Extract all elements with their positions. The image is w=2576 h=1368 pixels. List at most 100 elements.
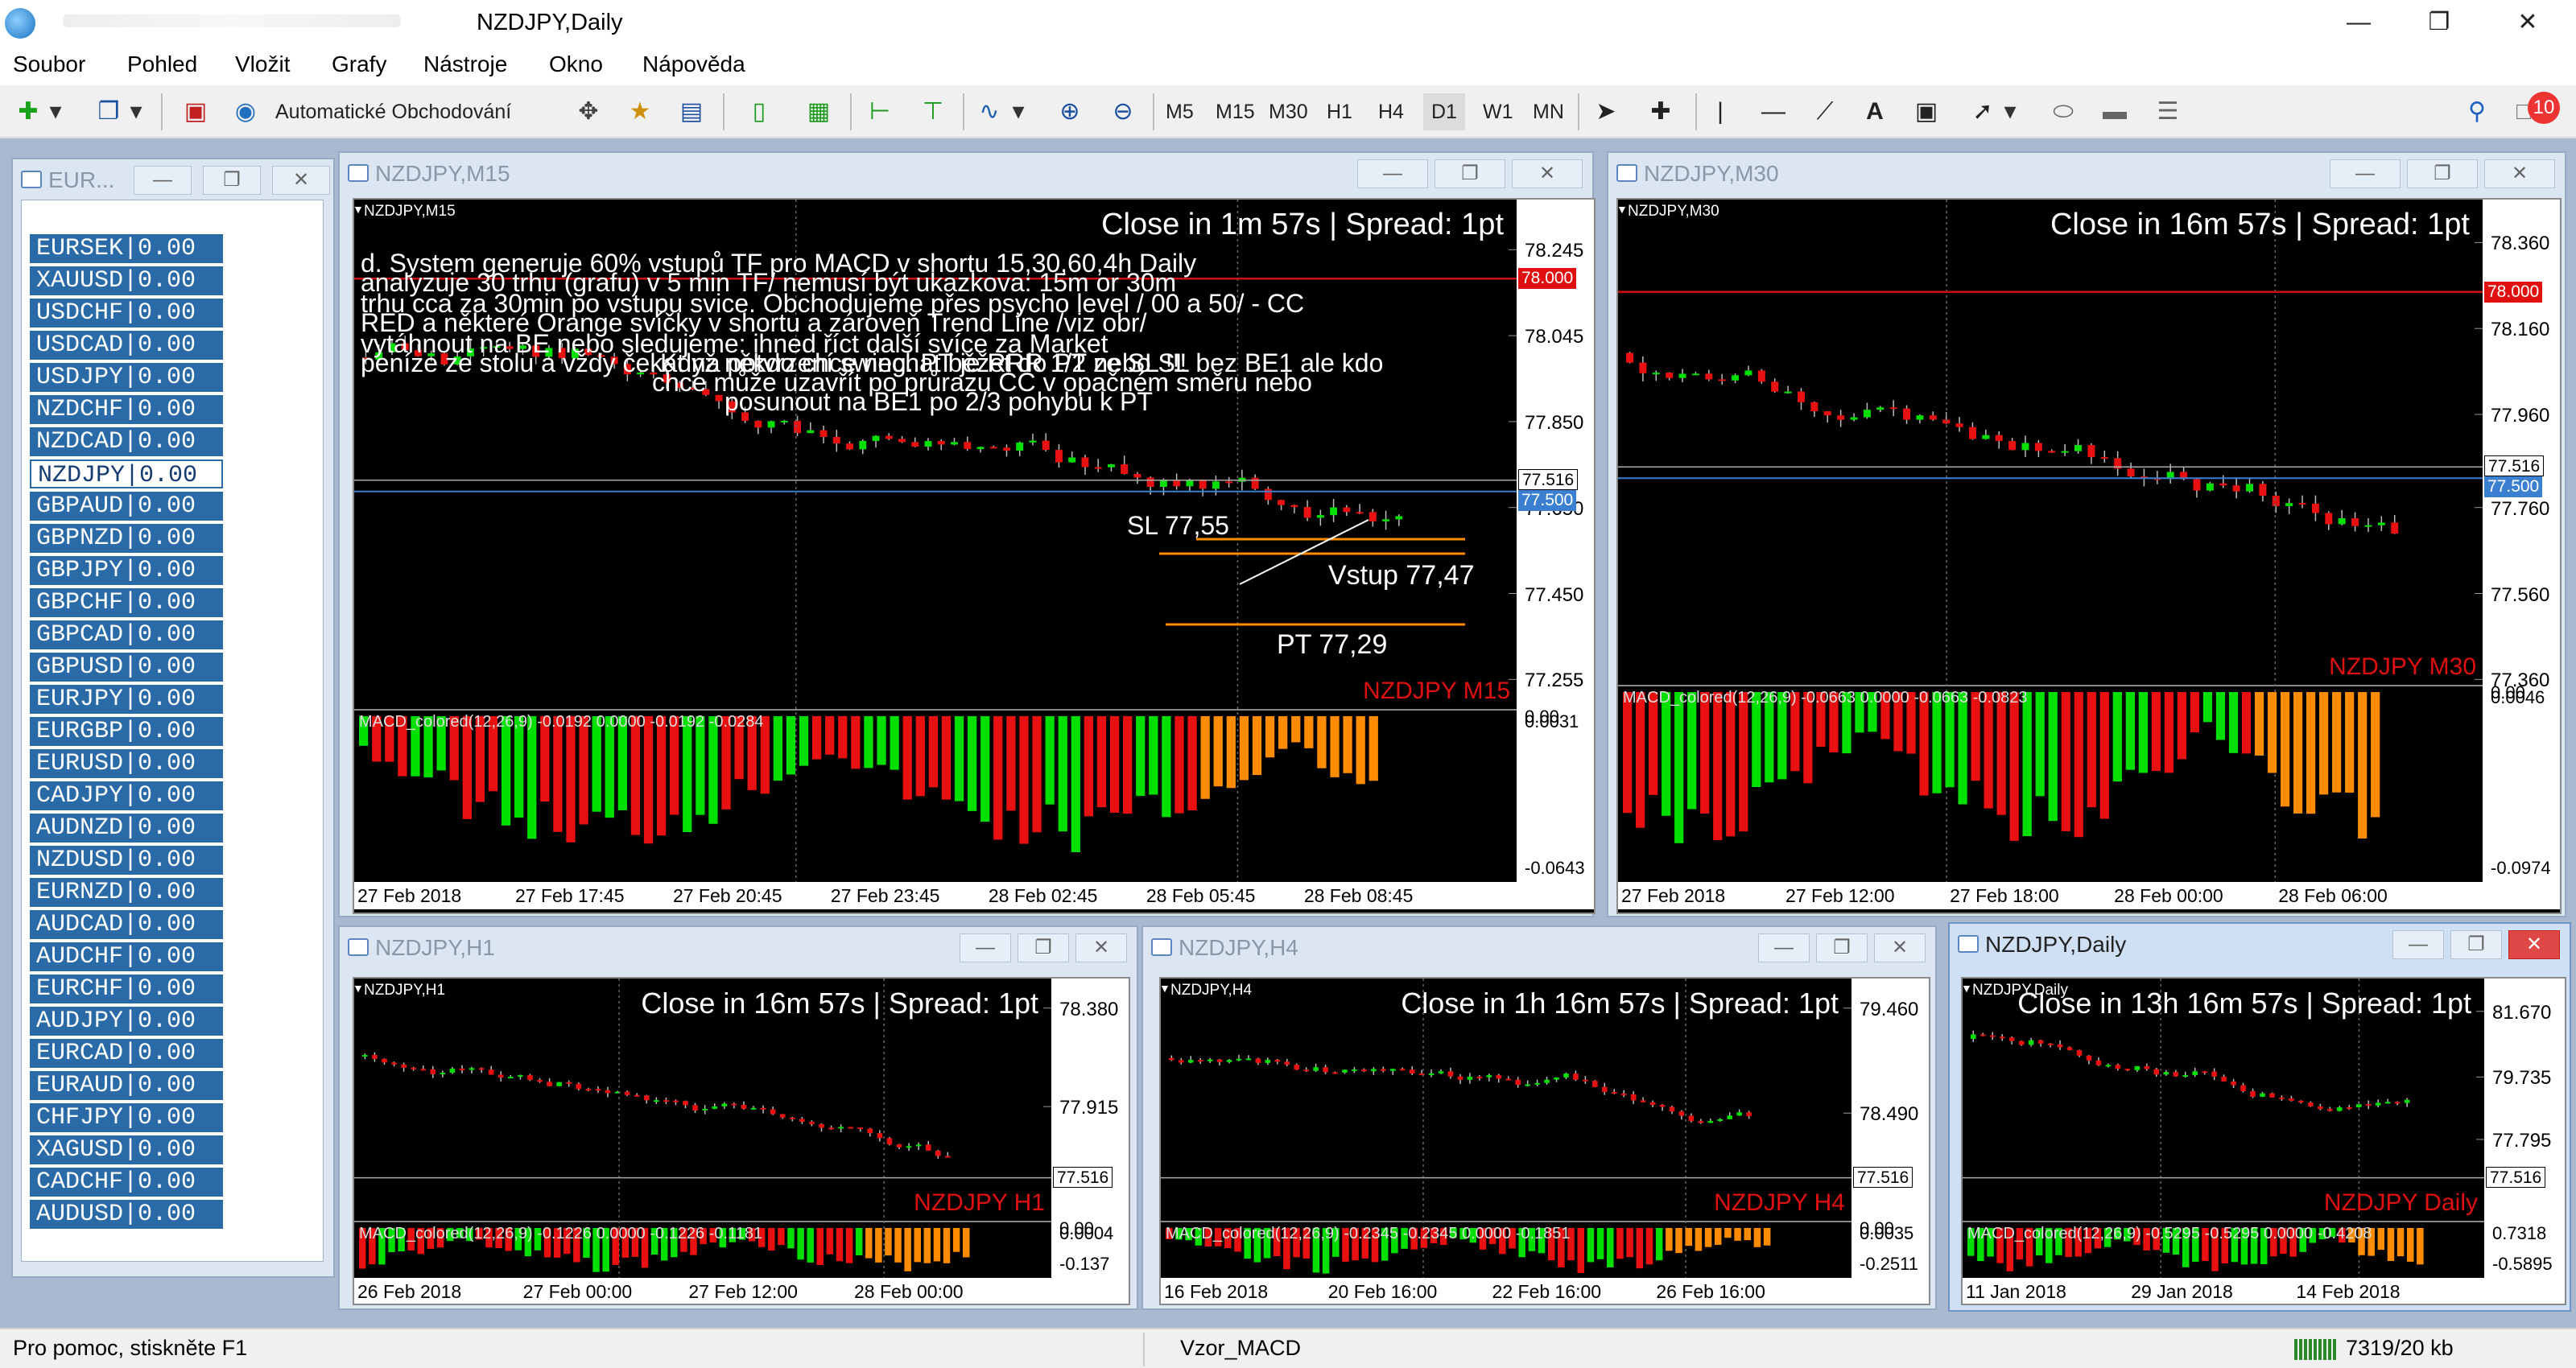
auto-trading-button[interactable]: Automatické Obchodování (275, 93, 511, 130)
menu-tools[interactable]: Nástroje (423, 52, 507, 77)
timeframe-mn[interactable]: MN (1533, 93, 1564, 130)
timeframe-m15[interactable]: M15 (1216, 93, 1255, 130)
dropdown-arrow-icon[interactable]: ▾ (2001, 93, 2019, 130)
trendline-icon[interactable]: ⟋ (1806, 93, 1843, 130)
market-watch-icon[interactable]: ▣ (177, 93, 214, 130)
dropdown-arrow-icon[interactable]: ▾ (127, 93, 145, 130)
market-watch-row[interactable]: AUDJPY|0.00 (30, 1007, 223, 1036)
chart-menu-icon[interactable]: ▼ (1161, 982, 1170, 995)
horizontal-line-icon[interactable]: — (1755, 93, 1792, 130)
market-watch-row[interactable]: CHFJPY|0.00 (30, 1103, 223, 1132)
chart-menu-icon[interactable]: ▼ (1618, 203, 1628, 216)
chart-shift-icon[interactable]: ⊢ (861, 93, 898, 130)
search-icon[interactable]: ⚲ (2458, 93, 2496, 130)
timeframe-d1[interactable]: D1 (1423, 93, 1465, 130)
zoom-in-icon[interactable]: ⊕ (1051, 93, 1088, 130)
timeframe-m5[interactable]: M5 (1166, 93, 1194, 130)
market-watch-row[interactable]: EURSEK|0.00 (30, 234, 223, 263)
market-watch-row[interactable]: EURJPY|0.00 (30, 685, 223, 714)
minimize-icon[interactable]: — (134, 166, 192, 195)
restore-icon[interactable]: ❐ (1018, 933, 1069, 962)
chart-menu-icon[interactable]: ▼ (354, 203, 364, 216)
close-icon[interactable]: ✕ (2504, 5, 2552, 40)
fibonacci-icon[interactable]: ☰ (2149, 93, 2186, 130)
restore-icon[interactable]: ❐ (2450, 930, 2502, 959)
market-watch-row[interactable]: NZDCHF|0.00 (30, 395, 223, 424)
text-icon[interactable]: A (1856, 93, 1893, 130)
market-watch-row[interactable]: EURCHF|0.00 (30, 974, 223, 1003)
text-label-icon[interactable]: ▣ (1908, 93, 1945, 130)
cursor-icon[interactable]: ➤ (1587, 93, 1624, 130)
navigator-icon[interactable]: ▤ (673, 93, 710, 130)
auto-trading-icon[interactable]: ◉ (227, 93, 264, 130)
chart-canvas[interactable]: 79.460 78.490 0.0035 0.00 -0.2511 77.516 Close… (1159, 977, 1930, 1305)
notification-badge[interactable]: 10 (2528, 92, 2560, 124)
market-watch-row[interactable]: GBPAUD|0.00 (30, 492, 223, 521)
restore-icon[interactable]: ❐ (2415, 5, 2463, 40)
ellipse-icon[interactable]: ⬭ (2045, 93, 2082, 130)
market-watch-row[interactable]: USDCAD|0.00 (30, 331, 223, 360)
zoom-out-icon[interactable]: ⊖ (1104, 93, 1141, 130)
market-watch-row[interactable]: NZDJPY|0.00 (30, 459, 223, 489)
restore-icon[interactable]: ❐ (1816, 933, 1868, 962)
close-icon[interactable]: ✕ (1512, 159, 1583, 188)
market-watch-row[interactable]: AUDCAD|0.00 (30, 910, 223, 939)
chart-canvas[interactable]: 78.380 77.915 0.0004 0.00 -0.137 77.516 Close … (353, 977, 1130, 1305)
menu-insert[interactable]: Vložit (235, 52, 290, 77)
market-watch-row[interactable]: EURNZD|0.00 (30, 878, 223, 907)
market-watch-row[interactable]: EURUSD|0.00 (30, 749, 223, 778)
chart-canvas[interactable]: 78.360 78.160 77.960 77.760 77.560 77.360 0.00… (1616, 198, 2562, 914)
bar-chart-icon[interactable]: ▯ (741, 93, 778, 130)
market-watch-row[interactable]: GBPCAD|0.00 (30, 620, 223, 649)
market-watch-row[interactable]: EURAUD|0.00 (30, 1071, 223, 1100)
chart-canvas[interactable]: 81.670 79.735 77.795 0.7318 -0.5895 77.516 Clo… (1961, 977, 2566, 1305)
minimize-icon[interactable]: — (2334, 5, 2383, 40)
menu-file[interactable]: Soubor (13, 52, 85, 77)
market-watch-row[interactable]: CADCHF|0.00 (30, 1168, 223, 1197)
market-watch-row[interactable]: GBPUSD|0.00 (30, 653, 223, 682)
menu-window[interactable]: Okno (549, 52, 603, 77)
market-watch-row[interactable]: GBPJPY|0.00 (30, 556, 223, 585)
rectangle-icon[interactable]: ▬ (2096, 93, 2133, 130)
arrows-icon[interactable]: ➚ (1964, 93, 2001, 130)
chart-menu-icon[interactable]: ▼ (1963, 982, 1972, 995)
dropdown-arrow-icon[interactable]: ▾ (47, 93, 64, 130)
minimize-icon[interactable]: — (2330, 159, 2401, 188)
close-icon[interactable]: ✕ (1075, 933, 1127, 962)
crosshair-icon[interactable]: ✚ (1642, 93, 1679, 130)
autoscroll-icon[interactable]: ⊤ (914, 93, 952, 130)
timeframe-w1[interactable]: W1 (1483, 93, 1513, 130)
menu-charts[interactable]: Grafy (332, 52, 386, 77)
minimize-icon[interactable]: — (960, 933, 1011, 962)
market-watch-row[interactable]: NZDCAD|0.00 (30, 427, 223, 456)
minimize-icon[interactable]: — (1758, 933, 1810, 962)
restore-icon[interactable]: ❐ (203, 166, 261, 195)
timeframe-m30[interactable]: M30 (1269, 93, 1308, 130)
crosshair-move-icon[interactable]: ✥ (570, 93, 607, 130)
market-watch-row[interactable]: AUDUSD|0.00 (30, 1200, 223, 1229)
vertical-line-icon[interactable]: | (1702, 93, 1739, 130)
timeframe-h4[interactable]: H4 (1378, 93, 1404, 130)
close-icon[interactable]: ✕ (272, 166, 330, 195)
market-watch-row[interactable]: USDCHF|0.00 (30, 299, 223, 328)
profiles-icon[interactable]: ❐ (90, 93, 127, 130)
timeframe-h1[interactable]: H1 (1327, 93, 1352, 130)
market-watch-row[interactable]: AUDCHF|0.00 (30, 942, 223, 971)
market-watch-row[interactable]: XAGUSD|0.00 (30, 1135, 223, 1164)
market-watch-row[interactable]: EURCAD|0.00 (30, 1039, 223, 1068)
chart-canvas[interactable]: 78.24578.04577.85077.65077.45077.2550.00… (353, 198, 1596, 914)
close-icon[interactable]: ✕ (1874, 933, 1926, 962)
market-watch-row[interactable]: XAUUSD|0.00 (30, 266, 223, 295)
market-watch-row[interactable]: GBPNZD|0.00 (30, 524, 223, 553)
market-watch-row[interactable]: NZDUSD|0.00 (30, 846, 223, 875)
restore-icon[interactable]: ❐ (1435, 159, 1505, 188)
menu-view[interactable]: Pohled (127, 52, 197, 77)
dropdown-arrow-icon[interactable]: ▾ (1009, 93, 1027, 130)
market-watch-row[interactable]: GBPCHF|0.00 (30, 588, 223, 617)
market-watch-row[interactable]: EURGBP|0.00 (30, 717, 223, 746)
tile-windows-icon[interactable]: ▦ (800, 93, 837, 130)
minimize-icon[interactable]: — (2392, 930, 2444, 959)
market-watch-row[interactable]: USDJPY|0.00 (30, 363, 223, 392)
market-watch-row[interactable]: AUDNZD|0.00 (30, 814, 223, 843)
close-icon[interactable]: ✕ (2484, 159, 2555, 188)
